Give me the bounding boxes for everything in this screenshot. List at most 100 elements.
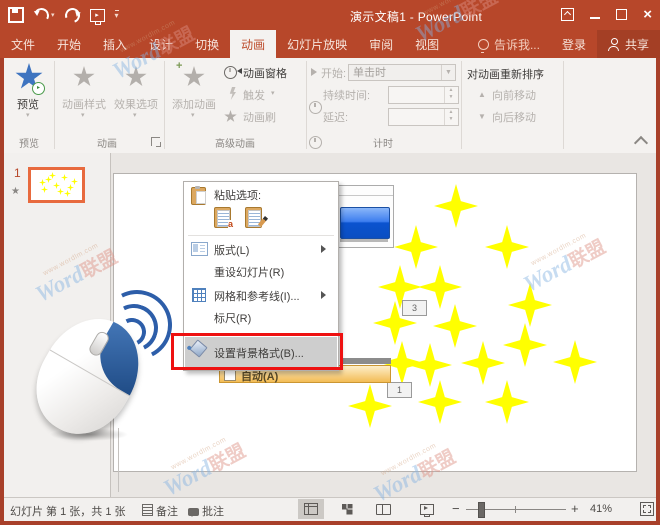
slide-sorter-button[interactable] [334, 499, 360, 519]
tab-home[interactable]: 开始 [46, 30, 92, 58]
spinner-arrows-icon[interactable]: ▲▼ [444, 109, 457, 125]
trigger-icon [228, 87, 238, 100]
reading-view-icon [376, 504, 391, 515]
thumbnail-sparkle [61, 174, 68, 181]
tab-view[interactable]: 视图 [404, 30, 450, 58]
tab-slideshow[interactable]: 幻灯片放映 [276, 30, 358, 58]
start-value: 单击时 [353, 67, 386, 79]
tab-animations[interactable]: 动画 [230, 30, 276, 58]
animation-badge[interactable]: 1 [387, 382, 412, 398]
animation-styles-star-icon [73, 66, 95, 88]
move-earlier-button[interactable]: 向前移动 [492, 87, 536, 103]
ribbon-display-options-icon[interactable] [561, 8, 574, 21]
animation-styles-button[interactable]: 动画样式 [62, 96, 106, 112]
zoom-slider-thumb[interactable] [478, 502, 485, 518]
tab-transitions[interactable]: 切换 [184, 30, 230, 58]
start-slideshow-icon[interactable]: ▸ [90, 9, 105, 22]
trigger-button[interactable]: 触发 [243, 87, 265, 103]
slide-counter: 幻灯片 第 1 张，共 1 张 [10, 503, 126, 519]
maximize-icon[interactable] [616, 9, 627, 20]
sign-in-button[interactable]: 登录 [551, 30, 597, 58]
duration-icon [309, 101, 322, 114]
customize-qat-icon[interactable]: ▾ [115, 10, 119, 20]
redo-icon[interactable] [62, 5, 82, 25]
save-icon[interactable] [8, 7, 24, 23]
tab-insert[interactable]: 插入 [92, 30, 138, 58]
title-bar: ▾ ▸ ▾ 演示文稿1 - PowerPoint × [0, 0, 660, 30]
share-button[interactable]: 共享 [597, 30, 660, 58]
zoom-in-button[interactable]: + [571, 501, 579, 516]
start-icon [311, 68, 321, 76]
slide-embedded-panel [336, 185, 394, 248]
delay-spinner[interactable]: ▲▼ [388, 108, 459, 126]
tell-me-label: 告诉我... [494, 36, 540, 53]
preview-button[interactable]: 预览 [17, 96, 39, 112]
animation-badge[interactable]: 3 [402, 300, 427, 316]
spinner-arrows-icon[interactable]: ▲▼ [444, 87, 457, 103]
combo-dropdown-icon[interactable]: ▼ [441, 65, 455, 80]
add-animation-star-icon [183, 66, 205, 88]
menu-item-reset-slide[interactable]: 重设幻灯片(R) [185, 260, 337, 282]
normal-view-icon [304, 503, 318, 515]
reading-view-button[interactable] [370, 499, 396, 519]
undo-button[interactable]: ▾ [34, 8, 55, 23]
effect-options-button[interactable]: 效果选项 [114, 96, 158, 112]
animation-dialog-launcher-icon[interactable] [151, 137, 160, 146]
minimize-icon[interactable] [590, 17, 600, 19]
delay-label: 延迟: [323, 109, 348, 125]
animation-indicator-star-icon: ★ [11, 186, 20, 197]
thumbnail-sparkle [41, 186, 48, 193]
powerpoint-window: ▾ ▸ ▾ 演示文稿1 - PowerPoint × 文件 开始 插入 设计 切… [0, 0, 660, 525]
menu-item-grid-guides[interactable]: 网格和参考线(I)... [185, 284, 337, 306]
animation-pane-arrow-icon [234, 68, 242, 74]
slide-number: 1 [14, 166, 21, 180]
start-label: 开始: [321, 65, 346, 81]
zoom-out-button[interactable]: − [452, 501, 460, 516]
notes-button[interactable]: 备注 [142, 503, 178, 519]
collapse-ribbon-icon[interactable] [634, 136, 648, 150]
add-animation-button[interactable]: 添加动画 [172, 96, 216, 112]
zoom-level[interactable]: 41% [590, 503, 612, 515]
window-title: 演示文稿1 - PowerPoint [350, 8, 482, 25]
effect-options-star-icon [125, 66, 147, 88]
menu-item-layout[interactable]: 版式(L) [185, 238, 337, 260]
normal-view-button[interactable] [298, 499, 324, 519]
thumbnail-sparkle [57, 188, 64, 195]
undo-icon [32, 6, 50, 24]
add-animation-plus-icon: + [176, 60, 182, 72]
fit-slide-icon [640, 502, 654, 516]
tab-review[interactable]: 审阅 [358, 30, 404, 58]
animation-pane-button[interactable]: 动画窗格 [243, 65, 287, 81]
delay-icon [309, 136, 322, 149]
tab-file[interactable]: 文件 [0, 30, 46, 58]
slideshow-view-button[interactable] [414, 499, 440, 519]
menu-item-ruler[interactable]: 标尺(R) [185, 306, 337, 328]
thumbnail-sparkle [67, 184, 74, 191]
tab-design[interactable]: 设计 [138, 30, 184, 58]
slide-thumbnail[interactable] [28, 167, 85, 203]
start-combobox[interactable]: 单击时 ▼ [348, 64, 456, 81]
slideshow-view-icon [420, 504, 434, 515]
animation-painter-button[interactable]: 动画刷 [243, 109, 276, 125]
comments-button[interactable]: 批注 [188, 503, 224, 519]
submenu-arrow-icon [321, 291, 330, 299]
notes-icon [142, 504, 153, 516]
fit-slide-button[interactable] [634, 499, 660, 519]
move-later-button[interactable]: 向后移动 [492, 109, 536, 125]
grid-icon [192, 288, 206, 302]
paste-options-header: 粘贴选项: [185, 185, 337, 203]
share-label: 共享 [625, 36, 649, 53]
person-icon [608, 38, 620, 50]
paste-picture-icon[interactable] [242, 205, 266, 229]
paste-keep-text-icon[interactable]: a [211, 205, 235, 229]
window-controls: × [561, 4, 652, 24]
thumbnail-sparkle [64, 190, 71, 197]
undo-caret-icon: ▾ [51, 11, 55, 19]
tab-tell-me[interactable]: 告诉我... [467, 30, 551, 58]
thumbnail-sparkle [39, 179, 46, 186]
move-earlier-icon: ▲ [478, 90, 486, 99]
close-icon[interactable]: × [643, 7, 652, 22]
slide-embedded-blue-button [340, 207, 390, 239]
duration-spinner[interactable]: ▲▼ [388, 86, 459, 104]
duration-label: 持续时间: [323, 87, 370, 103]
